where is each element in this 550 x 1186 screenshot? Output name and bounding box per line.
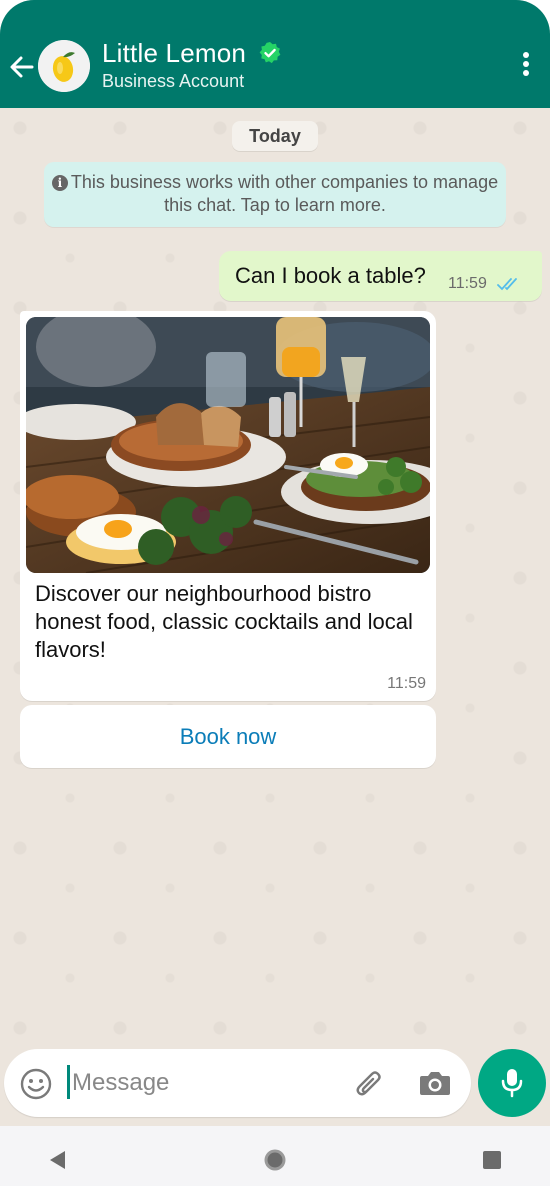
- chat-header: Little Lemon Business Account: [0, 0, 550, 108]
- emoji-icon[interactable]: [19, 1067, 53, 1101]
- mic-icon: [501, 1069, 523, 1098]
- message-text: Can I book a table?: [235, 263, 426, 288]
- restaurant-food-photo[interactable]: [26, 317, 430, 573]
- phone-screen: Little Lemon Business Account Today i Thi…: [0, 0, 550, 1186]
- text-cursor: [67, 1065, 70, 1099]
- back-arrow-icon[interactable]: [6, 52, 36, 82]
- message-time: 11:59: [448, 275, 487, 292]
- verified-badge-icon: [259, 42, 281, 64]
- nav-recents-icon[interactable]: [482, 1150, 502, 1170]
- info-icon: i: [51, 175, 68, 191]
- mic-button[interactable]: [478, 1049, 546, 1117]
- avatar[interactable]: [38, 40, 90, 92]
- business-notice[interactable]: i This business works with other companie…: [44, 162, 506, 227]
- chat-title[interactable]: Little Lemon: [102, 38, 246, 69]
- system-nav-bar: [0, 1126, 550, 1186]
- food-photo-illustration: [26, 317, 430, 573]
- message-input[interactable]: [72, 1061, 342, 1105]
- notice-text: This business works with other companies…: [70, 172, 499, 215]
- paperclip-icon[interactable]: [353, 1067, 385, 1101]
- date-separator: Today: [232, 121, 318, 151]
- book-now-button[interactable]: Book now: [20, 705, 436, 768]
- outgoing-message[interactable]: Can I book a table? 11:59: [219, 251, 542, 301]
- camera-icon[interactable]: [418, 1067, 452, 1099]
- message-composer: [4, 1049, 471, 1117]
- chat-subtitle: Business Account: [102, 71, 245, 91]
- nav-back-icon[interactable]: [47, 1149, 67, 1171]
- chat-area[interactable]: Today i This business works with other co…: [0, 108, 550, 1048]
- message-caption: Discover our neighbourhood bistro honest…: [35, 581, 413, 662]
- lemon-logo-icon: [38, 40, 90, 92]
- more-vert-icon[interactable]: [520, 52, 532, 82]
- incoming-media-message[interactable]: Discover our neighbourhood bistro honest…: [20, 311, 436, 701]
- message-time: 11:59: [387, 675, 426, 692]
- double-check-icon: [497, 278, 517, 291]
- nav-home-icon[interactable]: [263, 1148, 287, 1172]
